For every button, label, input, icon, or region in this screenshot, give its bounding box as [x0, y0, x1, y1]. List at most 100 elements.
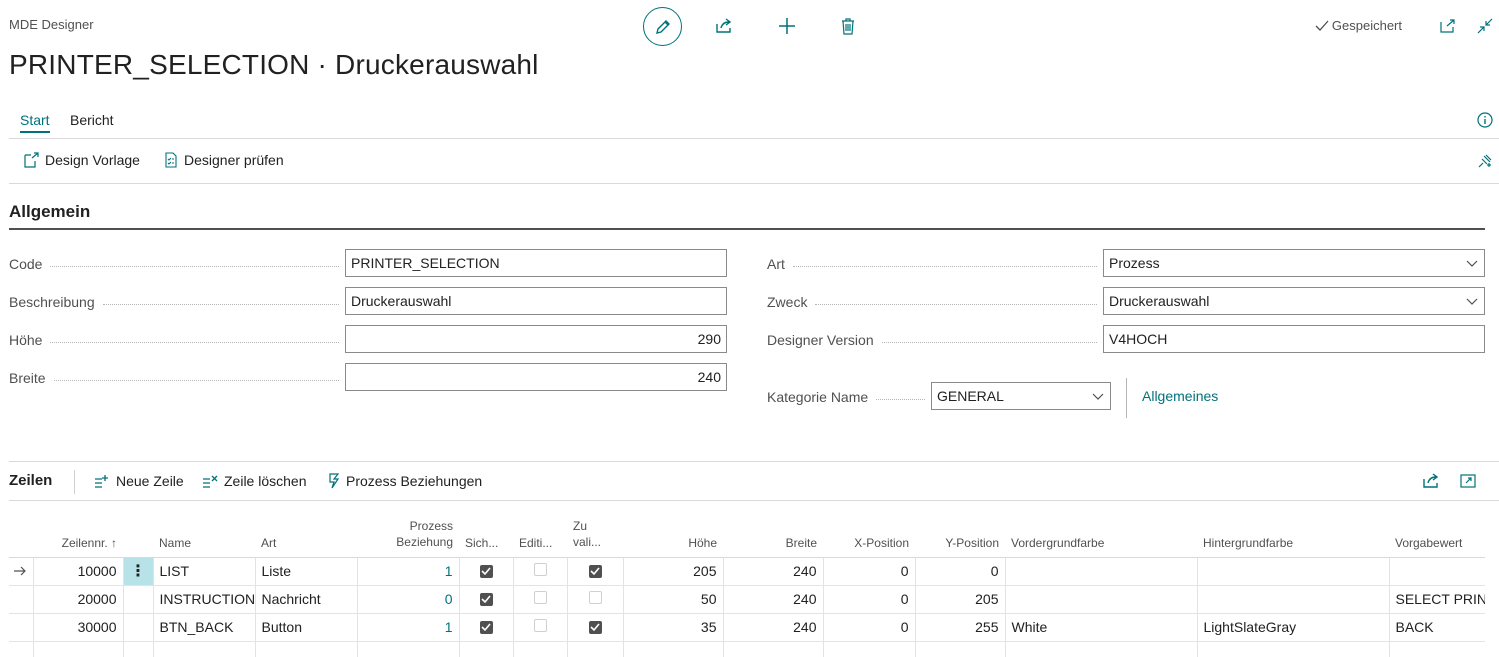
- cell-zeilennr[interactable]: 10000: [33, 557, 124, 586]
- table-row[interactable]: 30000 BTN_BACK Button 1 35 240 0 255 Whi…: [9, 613, 1485, 642]
- new-line-button[interactable]: Neue Zeile: [94, 473, 184, 489]
- col-header-art[interactable]: Art: [255, 501, 357, 558]
- col-header-vordergrundfarbe[interactable]: Vordergrundfarbe: [1005, 501, 1197, 558]
- col-header-hintergrundfarbe[interactable]: Hintergrundfarbe: [1197, 501, 1389, 558]
- cell-vorgabewert[interactable]: BACK: [1389, 613, 1485, 642]
- cell-y-position[interactable]: 255: [915, 613, 1006, 642]
- empty-cell[interactable]: [823, 641, 916, 657]
- col-header-x-position[interactable]: X-Position: [823, 501, 915, 558]
- checkbox-checked[interactable]: [588, 621, 602, 634]
- cell-x-position[interactable]: 0: [823, 613, 916, 642]
- breite-field[interactable]: 240: [345, 363, 727, 391]
- col-header-zu-vali[interactable]: Zu vali...: [567, 501, 623, 558]
- edit-button[interactable]: [643, 7, 682, 46]
- cell-art[interactable]: Button: [255, 613, 358, 642]
- empty-cell[interactable]: [459, 641, 514, 657]
- empty-cell[interactable]: [33, 641, 124, 657]
- empty-cell[interactable]: [915, 641, 1006, 657]
- process-relations-button[interactable]: Prozess Beziehungen: [328, 473, 482, 489]
- share-lines-button[interactable]: [1421, 472, 1441, 490]
- table-row-empty[interactable]: [9, 641, 1485, 657]
- cell-vordergrundfarbe[interactable]: White: [1005, 613, 1198, 642]
- cell-x-position[interactable]: 0: [823, 557, 916, 586]
- design-template-button[interactable]: Design Vorlage: [23, 152, 140, 168]
- kategorie-name-select[interactable]: GENERAL: [931, 382, 1111, 410]
- cell-name[interactable]: INSTRUCTION: [153, 585, 256, 614]
- open-new-window-button[interactable]: [1438, 17, 1458, 35]
- cell-hoehe[interactable]: 35: [623, 613, 724, 642]
- table-row[interactable]: 10000 ⋮ LIST Liste 1 205 240 0 0: [9, 557, 1485, 586]
- hoehe-field[interactable]: 290: [345, 325, 727, 353]
- info-button[interactable]: [1476, 111, 1494, 129]
- check-designer-button[interactable]: Designer prüfen: [164, 152, 284, 168]
- cell-y-position[interactable]: 205: [915, 585, 1006, 614]
- cell-art[interactable]: Nachricht: [255, 585, 358, 614]
- zweck-select[interactable]: Druckerauswahl: [1103, 287, 1485, 315]
- cell-y-position[interactable]: 0: [915, 557, 1006, 586]
- empty-cell[interactable]: [255, 641, 358, 657]
- cell-zeilennr[interactable]: 30000: [33, 613, 124, 642]
- checkbox-checked[interactable]: [588, 565, 602, 578]
- empty-cell[interactable]: [1197, 641, 1390, 657]
- cell-breite[interactable]: 240: [723, 613, 824, 642]
- checkbox-checked[interactable]: [479, 621, 493, 634]
- col-header-editi[interactable]: Editi...: [513, 501, 567, 558]
- beschreibung-field[interactable]: Druckerauswahl: [345, 287, 727, 315]
- personalize-button[interactable]: [1476, 152, 1494, 170]
- cell-hintergrundfarbe[interactable]: [1197, 557, 1390, 586]
- checkbox-checked[interactable]: [479, 593, 493, 606]
- cell-hoehe[interactable]: 205: [623, 557, 724, 586]
- col-header-prozess-beziehung[interactable]: Prozess Beziehung: [357, 501, 459, 558]
- col-header-sich[interactable]: Sich...: [459, 501, 513, 558]
- cell-sich[interactable]: [459, 613, 514, 642]
- checkbox-checked[interactable]: [479, 565, 493, 578]
- empty-cell[interactable]: [1389, 641, 1485, 657]
- col-header-breite[interactable]: Breite: [723, 501, 823, 558]
- empty-cell[interactable]: [357, 641, 460, 657]
- cell-vordergrundfarbe[interactable]: [1005, 585, 1198, 614]
- art-select[interactable]: Prozess: [1103, 249, 1485, 277]
- empty-cell[interactable]: [513, 641, 568, 657]
- cell-vorgabewert[interactable]: SELECT PRINTE: [1389, 585, 1485, 614]
- expand-lines-button[interactable]: [1458, 472, 1478, 490]
- share-button[interactable]: [713, 16, 735, 36]
- kategorie-link[interactable]: Allgemeines: [1142, 388, 1218, 404]
- cell-name[interactable]: LIST: [153, 557, 256, 586]
- delete-button[interactable]: [838, 15, 858, 37]
- cell-prozess-beziehung[interactable]: 1: [357, 613, 460, 642]
- cell-breite[interactable]: 240: [723, 557, 824, 586]
- cell-zeilennr[interactable]: 20000: [33, 585, 124, 614]
- tab-start[interactable]: Start: [20, 112, 50, 133]
- empty-cell[interactable]: [567, 641, 624, 657]
- cell-x-position[interactable]: 0: [823, 585, 916, 614]
- cell-breite[interactable]: 240: [723, 585, 824, 614]
- col-header-zeilennr[interactable]: Zeilennr. ↑: [33, 501, 123, 558]
- cell-prozess-beziehung[interactable]: 0: [357, 585, 460, 614]
- empty-cell[interactable]: [1005, 641, 1198, 657]
- empty-cell[interactable]: [153, 641, 256, 657]
- cell-prozess-beziehung[interactable]: 1: [357, 557, 460, 586]
- code-field[interactable]: PRINTER_SELECTION: [345, 249, 727, 277]
- cell-zu[interactable]: [567, 613, 624, 642]
- empty-cell[interactable]: [623, 641, 724, 657]
- cell-name[interactable]: BTN_BACK: [153, 613, 256, 642]
- cell-hintergrundfarbe[interactable]: [1197, 585, 1390, 614]
- delete-line-button[interactable]: Zeile löschen: [202, 473, 307, 489]
- collapse-button[interactable]: [1475, 16, 1495, 36]
- cell-hintergrundfarbe[interactable]: LightSlateGray: [1197, 613, 1390, 642]
- cell-art[interactable]: Liste: [255, 557, 358, 586]
- col-header-y-position[interactable]: Y-Position: [915, 501, 1005, 558]
- col-header-vorgabewert[interactable]: Vorgabewert: [1389, 501, 1485, 558]
- table-row[interactable]: 20000 INSTRUCTION Nachricht 0 50 240 0 2…: [9, 585, 1485, 614]
- cell-hoehe[interactable]: 50: [623, 585, 724, 614]
- col-header-name[interactable]: Name: [153, 501, 255, 558]
- col-header-hoehe[interactable]: Höhe: [623, 501, 723, 558]
- cell-vordergrundfarbe[interactable]: [1005, 557, 1198, 586]
- tab-bericht[interactable]: Bericht: [70, 112, 114, 128]
- empty-cell[interactable]: [723, 641, 824, 657]
- cell-sich[interactable]: [459, 557, 514, 586]
- row-menu-button[interactable]: ⋮: [123, 557, 154, 586]
- cell-zu[interactable]: [567, 557, 624, 586]
- cell-sich[interactable]: [459, 585, 514, 614]
- cell-vorgabewert[interactable]: [1389, 557, 1485, 586]
